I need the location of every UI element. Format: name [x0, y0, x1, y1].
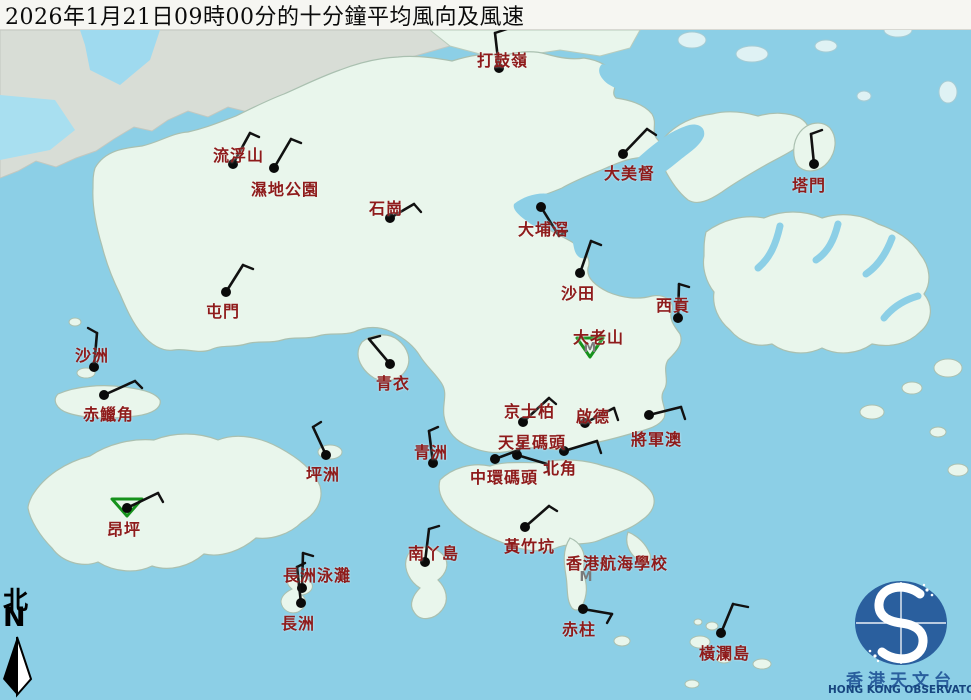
station-label-tai-mei-tuk: 大美督	[604, 160, 655, 184]
station-dot	[385, 359, 395, 369]
station-label-shek-kong: 石崗	[369, 195, 403, 219]
station-dot	[575, 268, 585, 278]
station-dot	[536, 202, 546, 212]
station-label-chek-lap-kok: 赤鱲角	[83, 401, 134, 425]
station-dot	[321, 450, 331, 460]
map-title: 2026年1月21日09時00分的十分鐘平均風向及風速	[0, 0, 524, 31]
station-dot	[809, 159, 819, 169]
station-label-tap-mun: 塔門	[792, 172, 826, 196]
station-dot	[644, 410, 654, 420]
station-label-north-point: 北角	[543, 455, 577, 479]
station-label-peng-chau: 坪洲	[306, 461, 340, 485]
station-label-ta-kwu-ling: 打鼓嶺	[477, 47, 528, 71]
station-label-cheung-chau-beach: 長洲泳灘	[283, 562, 351, 586]
station-dot	[221, 287, 231, 297]
station-label-tuen-mun: 屯門	[206, 298, 240, 322]
station-label-hk-sea-school: 香港航海學校	[566, 550, 668, 574]
station-dot	[716, 628, 726, 638]
station-dot	[296, 598, 306, 608]
land-sai-kung-east	[703, 212, 930, 353]
station-label-lau-fau-shan: 流浮山	[213, 142, 264, 166]
station-label-wong-chuk-hang: 黃竹坑	[504, 533, 555, 557]
station-label-tsing-yi: 青衣	[376, 370, 410, 394]
station-label-tates-cairn: 大老山	[573, 324, 624, 348]
station-label-cheung-chau: 長洲	[281, 610, 315, 634]
station-label-lamma-island: 南丫島	[408, 540, 459, 564]
station-dot	[490, 454, 500, 464]
station-dot	[122, 503, 132, 513]
station-label-star-ferry: 天星碼頭	[498, 429, 566, 453]
station-label-central-pier: 中環碼頭	[470, 464, 538, 488]
hko-name-english: HONG KONG OBSERVATORY	[828, 684, 971, 696]
station-label-sha-chau: 沙洲	[75, 342, 109, 366]
station-label-tai-po-kau: 大埔滘	[518, 216, 569, 240]
station-label-ngong-ping: 昂坪	[107, 516, 141, 540]
title-bar: 2026年1月21日09時00分的十分鐘平均風向及風速	[0, 0, 971, 30]
station-label-waglan-island: 橫瀾島	[699, 640, 750, 664]
hong-kong-map: MM	[0, 0, 971, 700]
station-dot	[618, 149, 628, 159]
station-label-wetland-park: 濕地公園	[251, 176, 319, 200]
station-dot	[269, 163, 279, 173]
station-dot	[520, 522, 530, 532]
station-label-stanley: 赤柱	[562, 616, 596, 640]
station-label-sha-tin: 沙田	[561, 280, 595, 304]
station-dot	[578, 604, 588, 614]
station-label-kai-tak: 啟德	[576, 403, 610, 427]
station-label-kings-park: 京士柏	[504, 398, 555, 422]
station-label-green-island: 青洲	[414, 439, 448, 463]
wind-map: MM 打鼓嶺流浮山濕地公園石崗 大美督塔門大埔滘沙田西貢 屯門大老山沙洲赤鱲角 青衣京…	[0, 0, 971, 700]
station-label-sai-kung: 西貢	[656, 292, 690, 316]
hko-logo	[855, 581, 947, 665]
north-label-n: N	[3, 604, 26, 631]
station-dot	[99, 390, 109, 400]
station-label-tseung-kwan-o: 將軍澳	[631, 426, 682, 450]
